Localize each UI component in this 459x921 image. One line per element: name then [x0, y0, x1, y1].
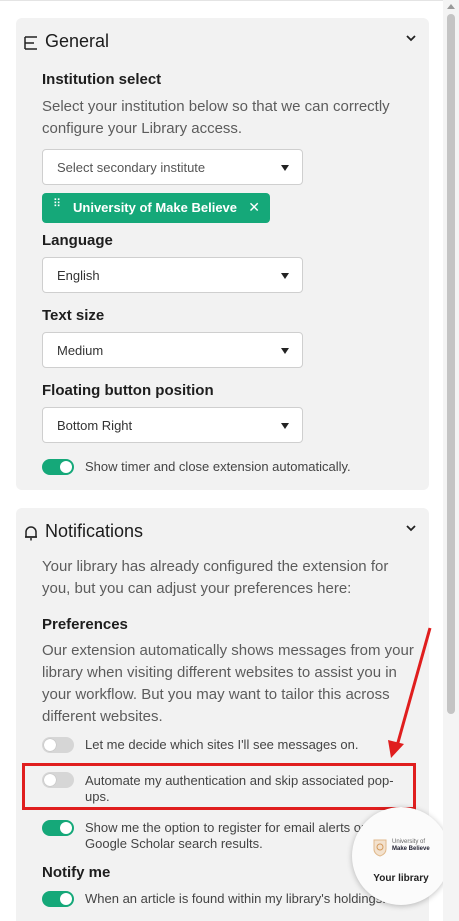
scroll-up-icon[interactable] [447, 4, 455, 9]
floating-button-position-label: Floating button position [42, 382, 214, 399]
institution-description: Select your institution below so that we… [42, 98, 390, 137]
selected-institution-chip[interactable]: ⠿ University of Make Believe ✕ [42, 193, 270, 223]
dropdown-arrow-icon [281, 165, 289, 171]
language-value: English [57, 268, 100, 283]
scrollbar-thumb[interactable] [447, 14, 455, 714]
notifications-header[interactable]: Notifications [16, 508, 429, 558]
sites-messages-toggle-label: Let me decide which sites I'll see messa… [85, 737, 359, 752]
institution-select-label: Institution select [42, 71, 162, 88]
preferences-label: Preferences [42, 616, 128, 633]
chevron-down-icon[interactable] [405, 523, 417, 533]
general-title: General [45, 31, 110, 51]
selected-institution-label: University of Make Believe [73, 200, 238, 215]
email-alerts-toggle[interactable] [42, 820, 74, 836]
language-label: Language [42, 232, 113, 249]
annotation-highlight-box [22, 763, 416, 810]
timer-toggle-label: Show timer and close extension automatic… [85, 459, 351, 474]
sites-messages-toggle[interactable] [42, 737, 74, 753]
university-logo-text: University of Make Believe [392, 839, 430, 852]
university-logo-icon [373, 839, 387, 857]
remove-chip-icon[interactable]: ✕ [248, 199, 260, 216]
toggle-knob [60, 893, 72, 905]
dropdown-arrow-icon [281, 273, 289, 279]
general-section: General Institution select Select your i… [16, 18, 429, 490]
text-size-value: Medium [57, 343, 104, 358]
your-library-floating-button[interactable]: University of Make Believe Your library [352, 807, 450, 905]
vertical-scrollbar[interactable] [443, 0, 459, 921]
dropdown-arrow-icon [281, 348, 289, 354]
floating-button-position-value: Bottom Right [57, 418, 133, 433]
dropdown-arrow-icon [281, 423, 289, 429]
holdings-notify-toggle-label: When an article is found within my libra… [85, 891, 386, 906]
timer-toggle[interactable] [42, 459, 74, 475]
holdings-notify-toggle[interactable] [42, 891, 74, 907]
language-select[interactable]: English [42, 257, 303, 293]
top-divider [0, 0, 443, 1]
text-size-select[interactable]: Medium [42, 332, 303, 368]
chevron-down-icon[interactable] [405, 33, 417, 43]
drag-handle-icon[interactable]: ⠿ [53, 199, 61, 210]
email-alerts-toggle-label: Show me the option to register for email… [85, 820, 369, 851]
notifications-title: Notifications [45, 521, 144, 541]
bell-icon [25, 526, 37, 541]
preferences-description: Our extension automatically shows messag… [42, 642, 414, 725]
toggle-knob [44, 739, 56, 751]
notifications-intro: Your library has already configured the … [42, 558, 389, 597]
general-header[interactable]: General [16, 18, 429, 68]
secondary-institute-select[interactable]: Select secondary institute [42, 149, 303, 185]
menu-lines-icon [24, 36, 37, 50]
your-library-label: Your library [373, 873, 429, 884]
toggle-knob [60, 461, 72, 473]
secondary-institute-placeholder: Select secondary institute [57, 160, 206, 175]
notify-me-label: Notify me [42, 864, 111, 881]
toggle-knob [60, 822, 72, 834]
text-size-label: Text size [42, 307, 105, 324]
floating-button-position-select[interactable]: Bottom Right [42, 407, 303, 443]
